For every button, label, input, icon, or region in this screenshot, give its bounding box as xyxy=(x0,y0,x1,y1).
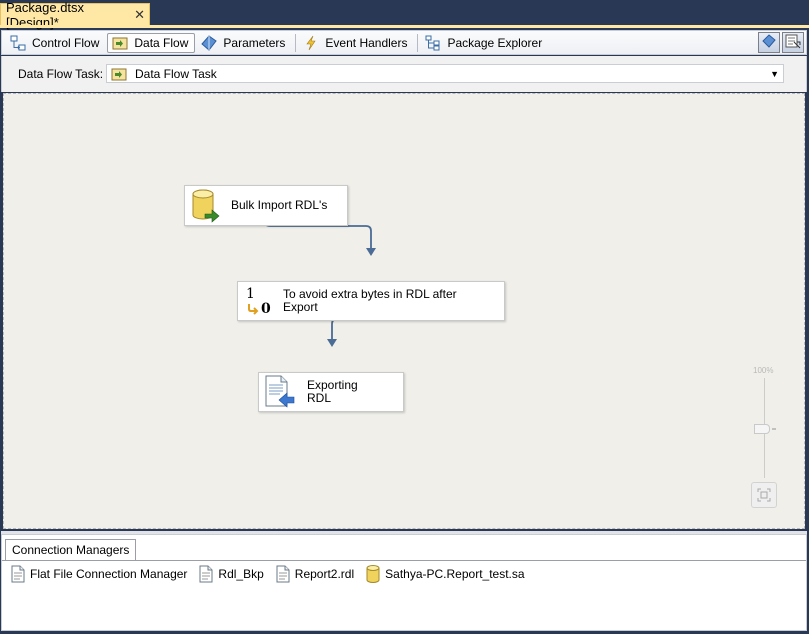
toolbar-buttons xyxy=(758,32,804,53)
file-icon xyxy=(275,565,291,583)
connection-label: Report2.rdl xyxy=(294,567,355,581)
variables-icon xyxy=(762,34,776,51)
tab-divider xyxy=(2,560,806,561)
connection-rdl-bkp[interactable]: Rdl_Bkp xyxy=(198,565,264,583)
designer-frame: Control Flow Data Flow Parameters Event … xyxy=(0,25,809,634)
connection-label: Sathya-PC.Report_test.sa xyxy=(385,567,525,581)
connection-sql-server[interactable]: Sathya-PC.Report_test.sa xyxy=(365,565,525,583)
tab-separator xyxy=(295,33,297,52)
tab-label: Connection Managers xyxy=(12,543,130,557)
node-label: To avoid extra bytes in RDL after Export xyxy=(283,287,457,314)
zoom-to-fit-button[interactable] xyxy=(751,482,777,508)
connection-report2-rdl[interactable]: Report2.rdl xyxy=(275,565,354,583)
data-conversion-icon: 1 0 xyxy=(246,286,271,317)
data-flow-task-select[interactable]: Data Flow Task ▼ xyxy=(106,64,784,83)
control-flow-icon xyxy=(10,35,26,51)
data-flow-canvas[interactable]: Bulk Import RDL's 1 0 To avoid extra byt… xyxy=(3,93,805,529)
tab-label: Control Flow xyxy=(32,35,100,50)
variables-button[interactable] xyxy=(758,32,780,53)
tab-package-explorer[interactable]: Package Explorer xyxy=(420,33,549,53)
fit-icon xyxy=(757,488,771,502)
tab-label: Parameters xyxy=(223,35,286,50)
toolbox-icon xyxy=(785,33,801,52)
data-flow-task-label: Data Flow Task: xyxy=(18,67,104,81)
node-label: Exporting RDL xyxy=(307,378,358,405)
connection-flat-file[interactable]: Flat File Connection Manager xyxy=(10,565,187,583)
tab-label: Data Flow xyxy=(134,35,189,50)
node-exporting-rdl[interactable]: Exporting RDL xyxy=(258,372,404,412)
zoom-percent-label: 100% xyxy=(753,366,774,375)
file-icon xyxy=(198,565,214,583)
connection-manager-list: Flat File Connection Manager Rdl_Bkp Rep… xyxy=(10,565,525,583)
database-icon xyxy=(365,565,381,583)
zoom-control: 100% xyxy=(751,366,778,514)
arrowhead-icon xyxy=(366,248,376,256)
data-flow-task-value: Data Flow Task xyxy=(135,66,217,81)
tab-separator xyxy=(417,33,419,52)
close-icon[interactable]: ✕ xyxy=(134,7,145,23)
node-data-conversion[interactable]: 1 0 To avoid extra bytes in RDL after Ex… xyxy=(237,281,505,321)
node-label: Bulk Import RDL's xyxy=(231,198,328,212)
tab-data-flow[interactable]: Data Flow xyxy=(107,32,196,53)
tab-parameters[interactable]: Parameters xyxy=(196,33,292,53)
connection-label: Rdl_Bkp xyxy=(218,567,264,581)
tab-event-handlers[interactable]: Event Handlers xyxy=(298,33,414,53)
tab-label: Event Handlers xyxy=(325,35,408,50)
document-tab[interactable]: Package.dtsx [Design]* ✕ xyxy=(0,0,150,30)
tab-label: Package Explorer xyxy=(447,35,543,50)
node-bulk-import[interactable]: Bulk Import RDL's xyxy=(184,185,348,226)
zoom-slider-thumb[interactable] xyxy=(754,424,770,434)
designer-tab-strip: Control Flow Data Flow Parameters Event … xyxy=(1,30,807,55)
data-flow-icon xyxy=(112,35,128,51)
toolbox-button[interactable] xyxy=(782,32,804,53)
zoom-tick xyxy=(772,428,776,430)
chevron-down-icon[interactable]: ▼ xyxy=(770,69,779,79)
flat-file-destination-icon xyxy=(263,375,295,409)
database-icon xyxy=(191,189,221,223)
parameters-icon xyxy=(201,34,218,51)
tab-connection-managers[interactable]: Connection Managers xyxy=(5,539,137,560)
arrowhead-icon xyxy=(327,339,337,347)
connection-managers-panel: Connection Managers Flat File Connection… xyxy=(1,534,807,631)
connection-label: Flat File Connection Manager xyxy=(30,567,188,581)
data-flow-task-icon xyxy=(111,67,127,81)
tab-control-flow[interactable]: Control Flow xyxy=(5,33,106,53)
lightning-icon xyxy=(303,35,319,51)
tree-icon xyxy=(425,35,441,51)
data-flow-task-bar: Data Flow Task: Data Flow Task ▼ xyxy=(1,56,807,92)
file-icon xyxy=(10,565,26,583)
